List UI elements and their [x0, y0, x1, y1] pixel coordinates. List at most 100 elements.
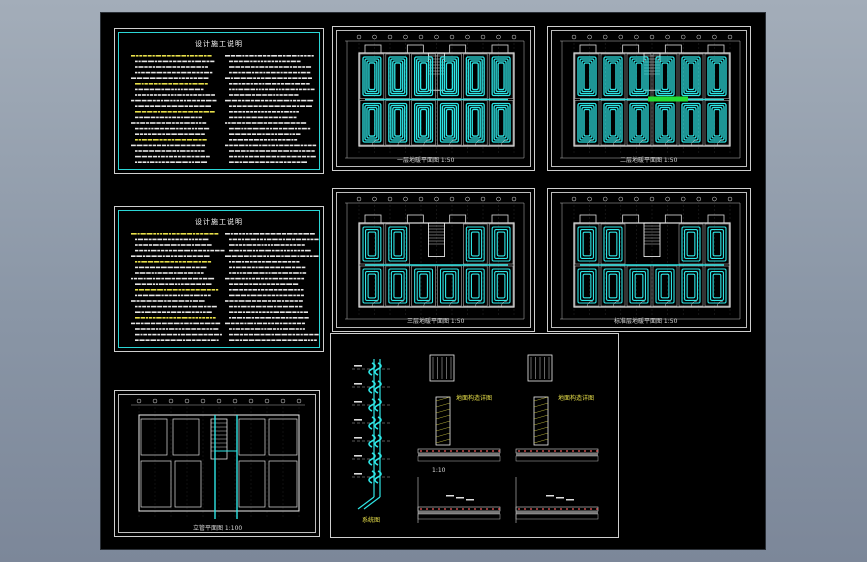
note-glyph — [201, 339, 207, 341]
note-glyph — [265, 233, 270, 235]
note-glyph — [181, 294, 184, 297]
note-glyph — [292, 333, 296, 336]
note-glyph — [296, 238, 302, 241]
note-glyph — [160, 99, 164, 102]
note-glyph — [171, 305, 177, 308]
note-glyph — [185, 94, 190, 96]
heating-coil — [496, 231, 506, 257]
note-glyph — [292, 339, 298, 341]
pipe-section — [536, 508, 538, 510]
note-glyph — [191, 155, 195, 158]
note-glyph — [312, 144, 317, 147]
note-glyph — [162, 77, 168, 79]
note-glyph — [243, 339, 248, 341]
note-glyph — [265, 317, 272, 319]
note-glyph — [147, 249, 151, 252]
room-wall — [174, 460, 202, 508]
note-glyph — [263, 71, 266, 74]
note-glyph — [229, 300, 234, 302]
note-glyph — [140, 333, 143, 336]
note-glyph — [249, 144, 252, 147]
note-glyph — [238, 99, 241, 102]
note-glyph — [151, 133, 157, 135]
pipe-section — [456, 450, 458, 452]
axis-bubble — [696, 196, 702, 202]
axis-bubble — [418, 34, 424, 40]
note-glyph — [189, 83, 192, 85]
note-glyph — [275, 266, 281, 269]
note-glyph — [281, 300, 285, 302]
plan-caption: 二层地暖平面图 1:50 — [620, 157, 678, 164]
note-glyph — [241, 266, 247, 269]
heating-coil — [445, 108, 454, 137]
note-glyph — [168, 272, 174, 274]
note-glyph — [207, 294, 211, 297]
note-glyph — [294, 289, 297, 291]
note-glyph — [283, 277, 289, 280]
note-glyph — [192, 99, 196, 102]
note-glyph — [150, 339, 156, 341]
note-glyph — [155, 277, 161, 280]
pipe-section — [566, 508, 568, 510]
note-glyph — [267, 60, 271, 63]
note-glyph — [282, 272, 288, 274]
note-glyph — [232, 238, 238, 241]
note-glyph — [196, 71, 200, 74]
pipe-section — [468, 508, 470, 510]
note-glyph — [186, 144, 191, 147]
note-glyph — [253, 333, 260, 336]
note-glyph — [202, 139, 207, 141]
note-glyph — [256, 277, 261, 280]
note-glyph — [235, 88, 238, 91]
note-glyph — [181, 317, 188, 319]
axis-bubble — [587, 196, 592, 202]
note-glyph — [285, 244, 289, 246]
wall-section — [435, 396, 451, 446]
note-glyph — [136, 144, 143, 147]
note-glyph — [197, 77, 203, 79]
note-glyph — [254, 99, 260, 102]
note-glyph — [184, 272, 187, 274]
note-glyph — [298, 317, 304, 319]
note-glyph — [292, 66, 297, 68]
axis-bubble — [356, 34, 362, 40]
note-glyph — [155, 55, 162, 57]
note-glyph — [171, 233, 176, 235]
note-glyph — [208, 277, 215, 280]
note-glyph — [285, 300, 289, 302]
axis-bubble — [387, 196, 393, 202]
note-glyph — [159, 116, 165, 119]
note-glyph — [271, 300, 277, 302]
note-glyph — [265, 261, 272, 263]
note-glyph — [276, 294, 279, 297]
heating-coil — [442, 270, 457, 302]
note-glyph — [257, 122, 263, 124]
note-glyph — [235, 66, 241, 68]
note-glyph — [282, 261, 288, 263]
wall-hatch — [533, 408, 549, 414]
note-glyph — [182, 261, 187, 263]
note-glyph — [253, 83, 258, 85]
note-glyph — [239, 233, 242, 235]
note-glyph — [161, 294, 164, 297]
note-glyph — [142, 294, 149, 297]
note-glyph — [242, 272, 247, 274]
wall-hatch — [435, 396, 451, 402]
note-glyph — [256, 300, 262, 302]
note-glyph — [243, 333, 248, 336]
note-glyph — [266, 71, 270, 74]
pipe-section — [444, 450, 446, 452]
note-glyph — [191, 333, 198, 336]
note-glyph — [229, 317, 232, 319]
note-glyph — [300, 105, 306, 107]
note-glyph — [194, 150, 198, 152]
note-glyph — [179, 122, 184, 124]
note-glyph — [198, 238, 202, 241]
note-glyph — [211, 289, 216, 291]
note-glyph — [184, 83, 189, 85]
note-glyph — [206, 60, 210, 63]
room-wall — [140, 460, 172, 508]
note-glyph — [243, 116, 246, 119]
note-glyph — [258, 83, 262, 85]
note-glyph — [306, 150, 311, 152]
